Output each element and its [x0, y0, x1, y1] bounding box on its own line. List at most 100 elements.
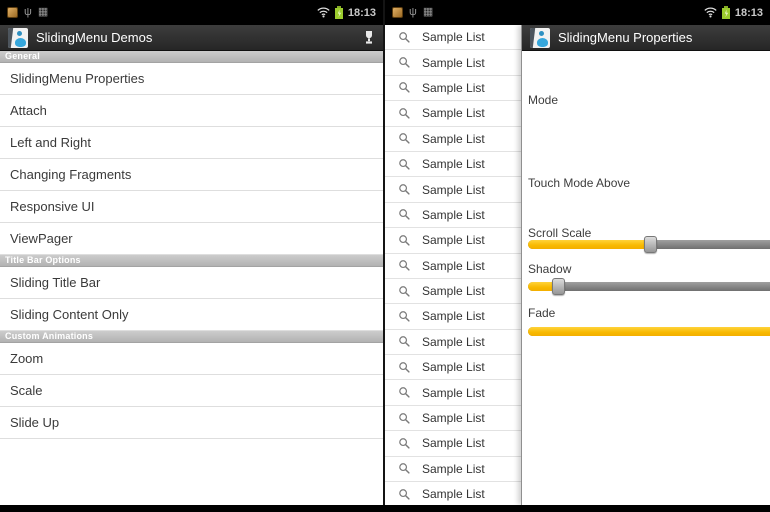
- list-item[interactable]: Sample List: [385, 406, 521, 431]
- slider-fill: [528, 327, 770, 336]
- wifi-icon: [704, 7, 717, 18]
- list-item-label: Sample List: [422, 106, 485, 120]
- search-icon: [398, 81, 411, 94]
- list-item-label: Sample List: [422, 30, 485, 44]
- search-icon: [398, 361, 411, 374]
- list-item[interactable]: Changing Fragments: [0, 159, 383, 191]
- search-icon: [398, 234, 411, 247]
- list-item-label: Left and Right: [10, 135, 91, 150]
- app-icon-band: [530, 28, 535, 48]
- list-item-label: Responsive UI: [10, 199, 95, 214]
- touch-mode-above-label: Touch Mode Above: [528, 176, 630, 190]
- app-icon[interactable]: [530, 28, 550, 48]
- list-item-label: Sample List: [422, 436, 485, 450]
- list-item-label: Sample List: [422, 309, 485, 323]
- page-title: SlidingMenu Demos: [36, 30, 152, 45]
- screen-slidingmenu-properties: ψ ▦ 18:13 Sample ListSample ListSample L: [385, 0, 770, 505]
- list-item[interactable]: Sliding Content Only: [0, 299, 383, 331]
- search-icon: [398, 132, 411, 145]
- list-item-label: Sample List: [422, 259, 485, 273]
- status-icons-left: ψ ▦: [392, 7, 433, 18]
- shadow-label: Shadow: [528, 262, 571, 276]
- slider-thumb[interactable]: [552, 278, 565, 295]
- list-item-label: Sample List: [422, 284, 485, 298]
- list-item-label: Sample List: [422, 56, 485, 70]
- sdk-icon: ▦: [423, 7, 433, 18]
- list-item[interactable]: Sample List: [385, 127, 521, 152]
- shadow-slider[interactable]: [528, 277, 770, 296]
- list-item[interactable]: Sample List: [385, 431, 521, 456]
- list-item[interactable]: Sample List: [385, 152, 521, 177]
- list-item-label: Sample List: [422, 335, 485, 349]
- list-item[interactable]: Attach: [0, 95, 383, 127]
- list-item-label: Sample List: [422, 487, 485, 501]
- list-item[interactable]: Zoom: [0, 343, 383, 375]
- list-item-label: Sample List: [422, 411, 485, 425]
- fade-slider[interactable]: [528, 322, 770, 341]
- list-item-label: Sliding Content Only: [10, 307, 129, 322]
- list-item[interactable]: Sample List: [385, 457, 521, 482]
- list-item-label: Slide Up: [10, 415, 59, 430]
- search-icon: [398, 183, 411, 196]
- status-bar: ψ ▦ 18:13: [0, 0, 383, 25]
- list-item-label: Attach: [10, 103, 47, 118]
- action-bar: SlidingMenu Properties: [522, 25, 770, 51]
- list-item[interactable]: ViewPager: [0, 223, 383, 255]
- battery-icon: [335, 6, 343, 19]
- list-item-label: Sliding Title Bar: [10, 275, 100, 290]
- list-item[interactable]: Sample List: [385, 380, 521, 405]
- search-icon: [398, 488, 411, 501]
- notification-icon: [7, 7, 18, 18]
- list-item[interactable]: Sample List: [385, 50, 521, 75]
- list-item[interactable]: Slide Up: [0, 407, 383, 439]
- list-item[interactable]: Left and Right: [0, 127, 383, 159]
- screen-slidingmenu-demos: ψ ▦ 18:13: [0, 0, 385, 505]
- app-icon-dot: [17, 31, 22, 36]
- list-item-label: Sample List: [422, 208, 485, 222]
- properties-panel: SlidingMenu Properties Mode Touch Mode A…: [521, 25, 770, 505]
- search-icon: [398, 56, 411, 69]
- fade-label: Fade: [528, 306, 555, 320]
- notification-icon: [392, 7, 403, 18]
- list-item[interactable]: Responsive UI: [0, 191, 383, 223]
- app-icon-dot: [539, 31, 544, 36]
- list-item[interactable]: Sample List: [385, 355, 521, 380]
- list-item-label: Zoom: [10, 351, 43, 366]
- usb-icon: ψ: [24, 7, 32, 18]
- list-item[interactable]: Sample List: [385, 279, 521, 304]
- list-item[interactable]: SlidingMenu Properties: [0, 63, 383, 95]
- search-icon: [398, 437, 411, 450]
- app-icon-band: [8, 28, 13, 48]
- status-bar: ψ ▦ 18:13: [385, 0, 770, 25]
- list-item-label: Sample List: [422, 360, 485, 374]
- list-item[interactable]: Sample List: [385, 330, 521, 355]
- list-item[interactable]: Sample List: [385, 76, 521, 101]
- list-item[interactable]: Sample List: [385, 203, 521, 228]
- scroll-scale-slider[interactable]: [528, 235, 770, 254]
- search-icon: [398, 335, 411, 348]
- list-item-label: Sample List: [422, 157, 485, 171]
- list-item-label: Sample List: [422, 233, 485, 247]
- list-item[interactable]: Sample List: [385, 25, 521, 50]
- list-item[interactable]: Scale: [0, 375, 383, 407]
- search-icon: [398, 412, 411, 425]
- list-item-label: Sample List: [422, 132, 485, 146]
- list-item[interactable]: Sample List: [385, 254, 521, 279]
- slider-thumb[interactable]: [644, 236, 657, 253]
- search-icon: [398, 31, 411, 44]
- dual-screenshot-stage: ψ ▦ 18:13: [0, 0, 770, 512]
- list-item[interactable]: Sample List: [385, 482, 521, 505]
- list-item-label: Sample List: [422, 462, 485, 476]
- list-item[interactable]: Sample List: [385, 101, 521, 126]
- list-item[interactable]: Sliding Title Bar: [0, 267, 383, 299]
- list-item[interactable]: Sample List: [385, 228, 521, 253]
- list-item-label: Sample List: [422, 81, 485, 95]
- app-icon[interactable]: [8, 28, 28, 48]
- search-icon: [398, 259, 411, 272]
- list-item[interactable]: Sample List: [385, 304, 521, 329]
- mode-label: Mode: [528, 93, 558, 107]
- clock: 18:13: [735, 7, 763, 19]
- trophy-icon[interactable]: [363, 30, 375, 45]
- status-icons-right: 18:13: [317, 6, 376, 19]
- list-item[interactable]: Sample List: [385, 177, 521, 202]
